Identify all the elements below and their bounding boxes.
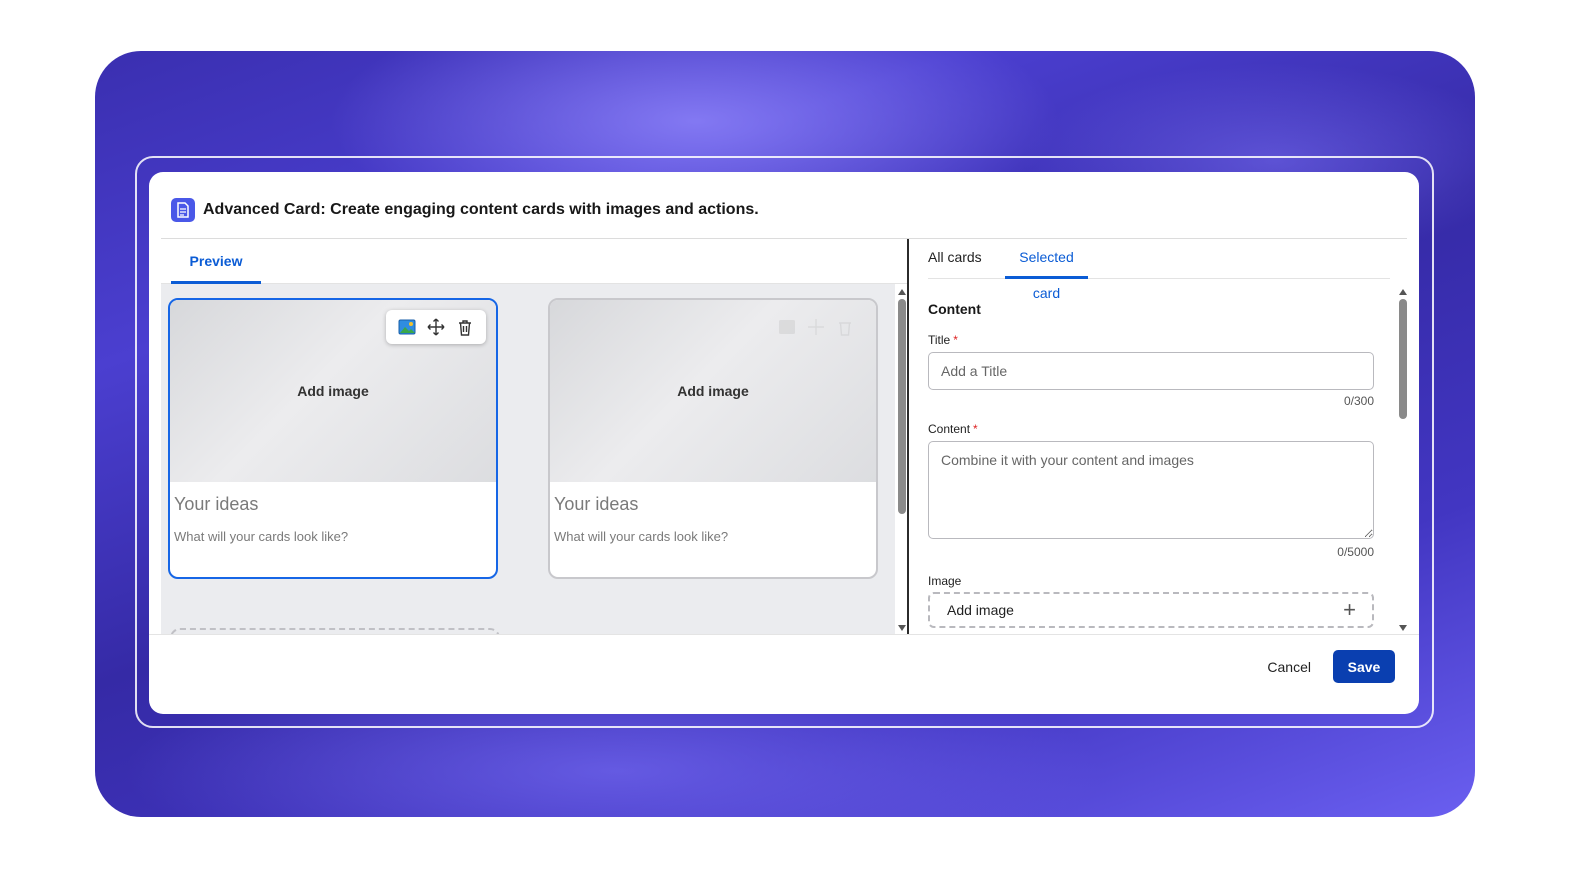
scroll-down-icon[interactable] (898, 625, 906, 631)
required-mark: * (953, 333, 958, 347)
scroll-up-icon[interactable] (898, 289, 906, 295)
move-icon[interactable] (425, 316, 447, 338)
content-label-text: Content (928, 422, 971, 436)
plus-icon: + (1343, 597, 1356, 622)
title-input[interactable] (928, 352, 1374, 390)
dialog-footer: Cancel Save (1263, 650, 1395, 683)
card-title: Your ideas (554, 494, 639, 514)
save-button[interactable]: Save (1333, 650, 1395, 683)
section-title: Content (928, 301, 981, 317)
card-description: What will your cards look like? (174, 529, 349, 544)
preview-canvas: Add image Your ideas What will your card… (161, 284, 895, 634)
dialog-title: Advanced Card: Create engaging content c… (203, 201, 759, 218)
title-label: Title * (928, 333, 958, 347)
add-image-button[interactable]: Add image + (928, 592, 1374, 628)
advanced-card-dialog: Advanced Card: Create engaging content c… (149, 172, 1419, 714)
preview-card-2[interactable]: Add image Your ideas What will your card… (548, 298, 878, 579)
settings-pane: All cards Selected card Content Title* 0… (909, 239, 1407, 634)
trash-icon[interactable] (834, 316, 856, 338)
image-icon[interactable] (396, 316, 418, 338)
tab-preview[interactable]: Preview (171, 239, 261, 284)
image-label: Image (928, 574, 962, 588)
card-image-label: Add image (677, 383, 749, 399)
document-icon (171, 198, 195, 222)
content-char-counter: 0/5000 (1337, 545, 1374, 559)
card-image-label: Add image (297, 383, 369, 399)
dialog-header: Advanced Card: Create engaging content c… (171, 198, 759, 222)
image-icon[interactable] (776, 316, 798, 338)
cancel-button[interactable]: Cancel (1263, 653, 1315, 681)
scrollbar-thumb[interactable] (898, 299, 906, 514)
required-mark: * (973, 422, 978, 436)
add-image-label: Add image (947, 602, 1014, 618)
content-label: Content * (928, 422, 978, 436)
preview-scrollbar[interactable] (897, 284, 907, 634)
card-toolbar (766, 310, 866, 344)
move-icon[interactable] (805, 316, 827, 338)
scrollbar-thumb[interactable] (1399, 299, 1407, 419)
title-label-text: Title (928, 333, 951, 347)
tab-all-cards[interactable]: All cards (928, 239, 982, 279)
card-description: What will your cards look like? (554, 529, 729, 544)
trash-icon[interactable] (454, 316, 476, 338)
card-toolbar (386, 310, 486, 344)
settings-scrollbar[interactable] (1398, 284, 1408, 634)
scroll-down-icon[interactable] (1399, 625, 1407, 631)
title-char-counter: 0/300 (1343, 394, 1374, 408)
tab-selected-card[interactable]: Selected card (1005, 239, 1088, 301)
preview-tabbar: Preview (161, 239, 907, 284)
footer-divider (149, 634, 1419, 635)
scroll-up-icon[interactable] (1399, 289, 1407, 295)
preview-pane: Preview Add image Your ideas What will y… (161, 239, 907, 634)
card-title: Your ideas (174, 494, 259, 514)
preview-card-1[interactable]: Add image Your ideas What will your card… (168, 298, 498, 579)
settings-tabbar: All cards Selected card (928, 239, 1390, 301)
content-textarea[interactable] (928, 441, 1374, 539)
